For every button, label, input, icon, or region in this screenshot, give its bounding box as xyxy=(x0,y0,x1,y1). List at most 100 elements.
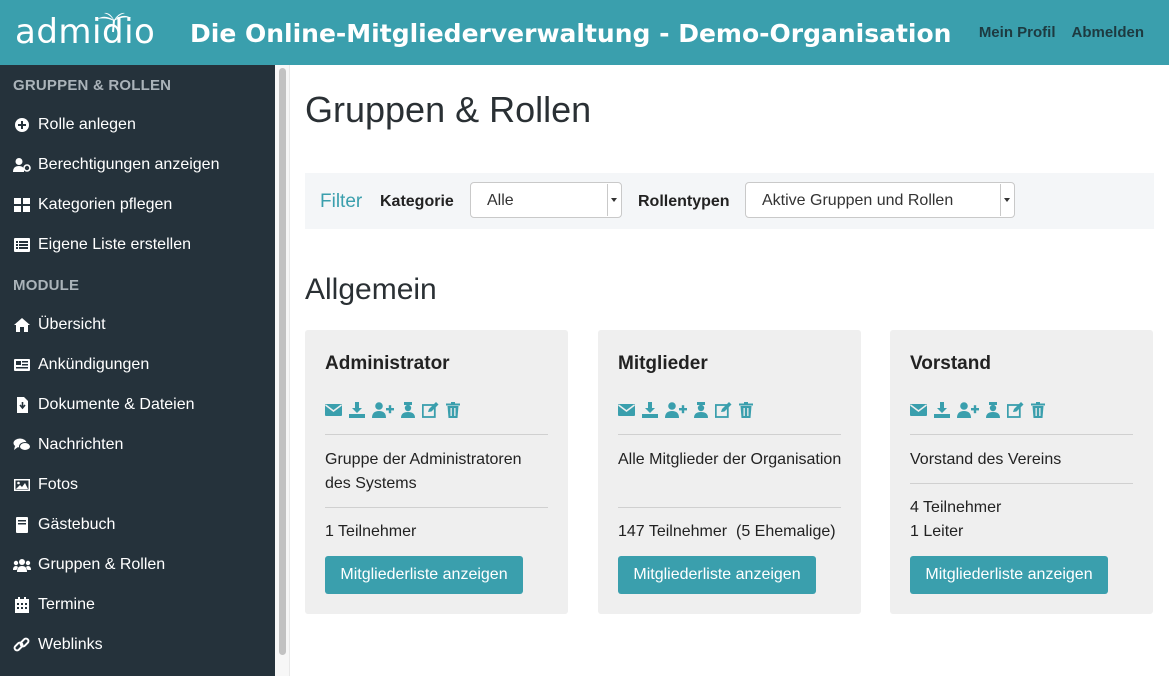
show-member-list-button[interactable]: Mitgliederliste anzeigen xyxy=(910,556,1108,594)
home-icon xyxy=(14,318,30,332)
sidebar-item-label: Kategorien pflegen xyxy=(38,196,173,213)
user-plus-icon[interactable] xyxy=(957,402,979,418)
sidebar-item-label: Dokumente & Dateien xyxy=(38,396,195,413)
header-links: Mein Profil Abmelden xyxy=(963,24,1144,41)
list-icon xyxy=(14,238,30,252)
comments-icon xyxy=(13,438,31,451)
edit-icon[interactable] xyxy=(422,402,439,418)
link-icon xyxy=(13,637,30,652)
role-card-administrator: Administrator Gruppe der Administratoren… xyxy=(305,330,568,614)
section-title: Allgemein xyxy=(305,273,437,306)
divider xyxy=(618,507,841,508)
sidebar-item-label: Weblinks xyxy=(38,636,103,653)
logout-link[interactable]: Abmelden xyxy=(1071,24,1144,41)
edit-icon[interactable] xyxy=(715,402,732,418)
sidebar-item-rolle-anlegen[interactable]: Rolle anlegen xyxy=(13,114,136,136)
download-icon[interactable] xyxy=(934,402,950,418)
role-card-stats: 1 Teilnehmer xyxy=(325,523,417,540)
role-card-stats: 147 Teilnehmer (5 Ehemalige) xyxy=(618,523,836,540)
sidebar-item-termine[interactable]: Termine xyxy=(13,594,95,616)
book-icon xyxy=(16,517,28,533)
category-select-value: Alle xyxy=(487,192,514,209)
category-select[interactable]: Alle xyxy=(470,182,622,218)
image-icon xyxy=(14,479,30,491)
role-card-stats: 4 Teilnehmer 1 Leiter xyxy=(910,499,1002,540)
show-member-list-button[interactable]: Mitgliederliste anzeigen xyxy=(325,556,523,594)
admidio-logo[interactable]: admidio xyxy=(15,12,155,52)
top-header: admidio Die Online-Mitgliederverwaltung … xyxy=(0,0,1169,65)
palm-icon xyxy=(97,12,131,33)
chevron-down-icon xyxy=(607,184,620,216)
role-card-vorstand: Vorstand Vorstand des Vereins 4 Teilnehm… xyxy=(890,330,1153,614)
role-card-title: Administrator xyxy=(325,353,450,374)
sidebar-item-nachrichten[interactable]: Nachrichten xyxy=(13,434,123,456)
sidebar-item-eigene-liste[interactable]: Eigene Liste erstellen xyxy=(13,234,191,256)
sidebar-item-label: Fotos xyxy=(38,476,79,493)
envelope-icon[interactable] xyxy=(910,402,927,418)
role-card-actions xyxy=(910,401,1052,419)
download-icon[interactable] xyxy=(642,402,658,418)
leaders-icon[interactable] xyxy=(694,402,708,418)
role-card-title: Mitglieder xyxy=(618,353,708,374)
role-card-actions xyxy=(325,401,467,419)
role-card-mitglieder: Mitglieder Alle Mitglieder der Organisat… xyxy=(598,330,861,614)
sidebar-item-label: Eigene Liste erstellen xyxy=(38,236,191,253)
leaders-icon[interactable] xyxy=(401,402,415,418)
sidebar-scrollbar-thumb[interactable] xyxy=(279,68,286,655)
sidebar-item-label: Ankündigungen xyxy=(38,356,150,373)
sidebar-item-label: Nachrichten xyxy=(38,436,124,453)
newspaper-icon xyxy=(14,359,30,371)
trash-icon[interactable] xyxy=(446,402,460,418)
sidebar-heading-modules: MODULE xyxy=(13,277,80,294)
sidebar-item-fotos[interactable]: Fotos xyxy=(13,474,78,496)
my-profile-link[interactable]: Mein Profil xyxy=(979,24,1056,41)
divider xyxy=(618,434,841,435)
sidebar-item-gruppen-rollen[interactable]: Gruppen & Rollen xyxy=(13,554,165,576)
role-card-description: Gruppe der Administratoren des Systems xyxy=(325,451,522,492)
sidebar-item-label: Termine xyxy=(38,596,95,613)
role-card-description: Alle Mitglieder der Organisation xyxy=(618,451,842,468)
page-title: Gruppen & Rollen xyxy=(305,89,592,130)
calendar-icon xyxy=(15,597,29,613)
roletype-select[interactable]: Aktive Gruppen und Rollen xyxy=(745,182,1015,218)
sidebar-item-label: Gästebuch xyxy=(38,516,116,533)
sidebar-item-label: Übersicht xyxy=(38,316,106,333)
download-icon[interactable] xyxy=(349,402,365,418)
user-plus-icon[interactable] xyxy=(665,402,687,418)
leaders-icon[interactable] xyxy=(986,402,1000,418)
trash-icon[interactable] xyxy=(739,402,753,418)
edit-icon[interactable] xyxy=(1007,402,1024,418)
divider xyxy=(325,434,548,435)
grid-icon xyxy=(14,198,30,212)
show-member-list-button[interactable]: Mitgliederliste anzeigen xyxy=(618,556,816,594)
envelope-icon[interactable] xyxy=(618,402,635,418)
trash-icon[interactable] xyxy=(1031,402,1045,418)
sidebar-heading-groups: GRUPPEN & ROLLEN xyxy=(13,77,172,94)
envelope-icon[interactable] xyxy=(325,402,342,418)
plus-circle-icon xyxy=(15,118,29,132)
role-card-actions xyxy=(618,401,760,419)
sidebar-item-gaestebuch[interactable]: Gästebuch xyxy=(13,514,115,536)
sidebar-item-label: Gruppen & Rollen xyxy=(38,556,166,573)
sidebar-item-ankuendigungen[interactable]: Ankündigungen xyxy=(13,354,149,376)
chevron-down-icon xyxy=(1000,184,1013,216)
user-plus-icon[interactable] xyxy=(372,402,394,418)
sidebar-item-weblinks[interactable]: Weblinks xyxy=(13,634,103,656)
user-key-icon xyxy=(13,158,31,172)
users-icon xyxy=(13,559,31,572)
role-card-description: Vorstand des Vereins xyxy=(910,451,1062,468)
roletype-select-value: Aktive Gruppen und Rollen xyxy=(762,192,954,209)
roletype-label: Rollentypen xyxy=(638,193,730,210)
divider xyxy=(325,507,548,508)
logo-text: admidio xyxy=(15,12,156,52)
sidebar-item-uebersicht[interactable]: Übersicht xyxy=(13,314,106,336)
sidebar-item-berechtigungen[interactable]: Berechtigungen anzeigen xyxy=(13,154,219,176)
divider xyxy=(910,483,1133,484)
sidebar: GRUPPEN & ROLLEN Rolle anlegen Berechtig… xyxy=(0,65,275,676)
site-title: Die Online-Mitgliederverwaltung - Demo-O… xyxy=(190,19,952,48)
sidebar-item-dokumente[interactable]: Dokumente & Dateien xyxy=(13,394,195,416)
role-card-title: Vorstand xyxy=(910,353,991,374)
filter-label: Filter xyxy=(320,191,363,212)
sidebar-item-kategorien[interactable]: Kategorien pflegen xyxy=(13,194,172,216)
category-label: Kategorie xyxy=(380,193,454,210)
